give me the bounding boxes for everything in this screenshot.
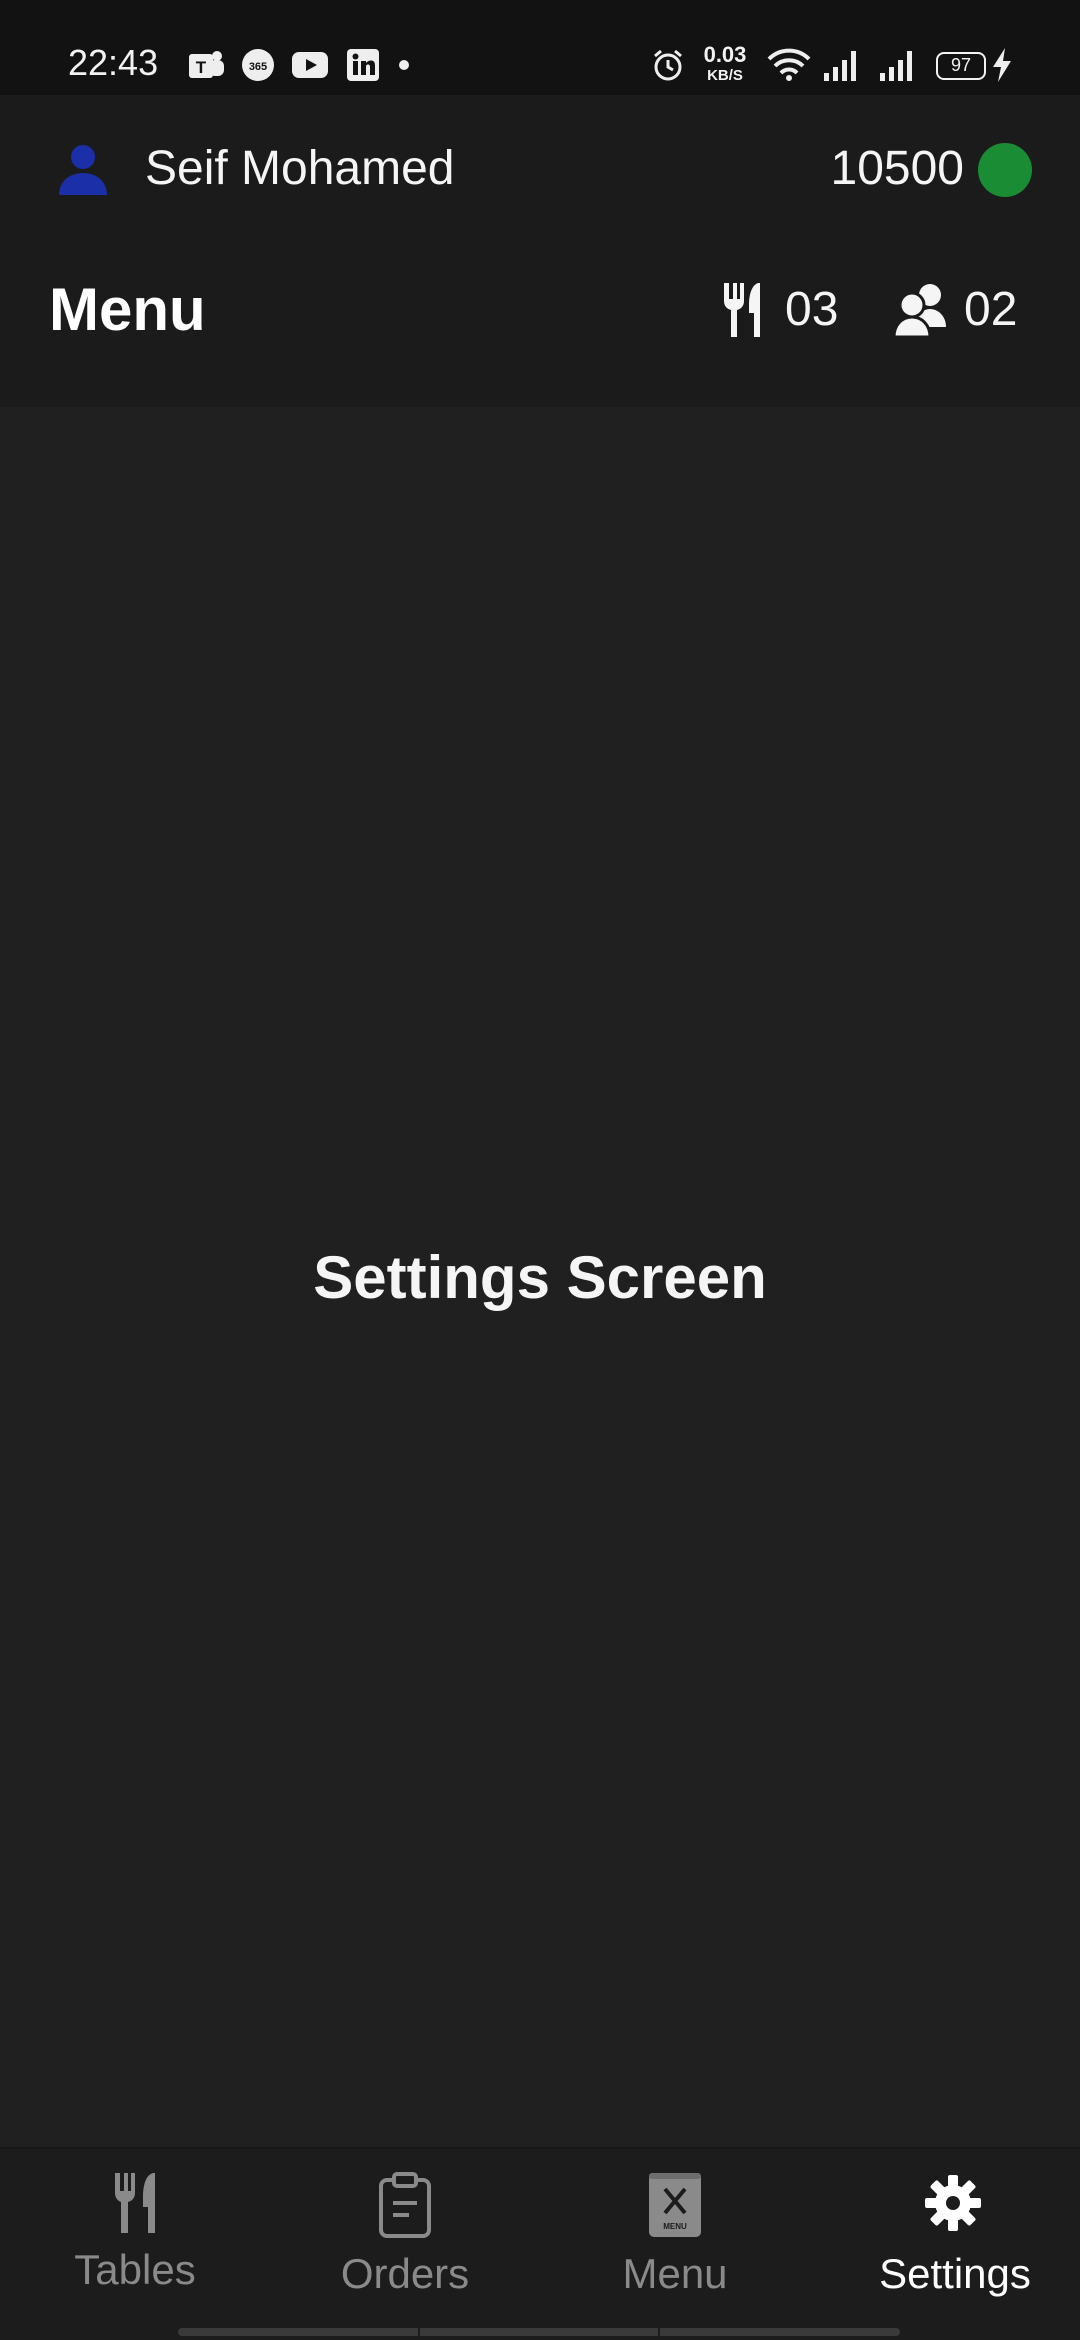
more-dot-icon <box>398 48 410 82</box>
utensils-icon <box>103 2169 167 2237</box>
gear-icon <box>923 2173 987 2241</box>
status-time: 22:43 <box>68 42 159 83</box>
alarm-icon <box>650 48 686 82</box>
network-speed: 0.03 KB/S <box>698 42 752 84</box>
teams-icon: T <box>186 48 226 82</box>
nav-label-settings: Settings <box>879 2250 1031 2297</box>
gesture-bar[interactable] <box>178 2328 900 2336</box>
main-content: Settings Screen <box>0 407 1080 2147</box>
signal-icon <box>822 48 862 82</box>
utensils-icon <box>720 281 774 339</box>
online-status-indicator <box>978 143 1032 197</box>
signal-icon <box>878 48 918 82</box>
screen-title: Settings Screen <box>313 1244 767 1311</box>
nav-item-tables[interactable]: Tables <box>0 2149 270 2340</box>
linkedin-icon <box>346 48 380 82</box>
nav-item-settings[interactable]: Settings <box>820 2149 1080 2340</box>
guests-icon <box>892 281 950 339</box>
network-speed-value: 0.03 <box>703 42 747 67</box>
nav-item-menu[interactable]: MENU Menu <box>540 2149 810 2340</box>
nav-label-tables: Tables <box>74 2246 196 2293</box>
user-name: Seif Mohamed <box>145 142 455 195</box>
status-bar: 22:43 T 365 0.03 KB/S 97 <box>0 0 1080 95</box>
app-header: Seif Mohamed 10500 Menu 03 02 <box>0 95 1080 407</box>
battery-icon: 97 <box>936 52 986 80</box>
svg-text:365: 365 <box>249 61 267 73</box>
guests-count: 02 <box>964 283 1018 336</box>
page-title: Menu <box>49 276 206 343</box>
wifi-icon <box>766 48 812 82</box>
menu-book-icon: MENU <box>643 2171 707 2239</box>
network-speed-unit: KB/S <box>707 67 743 84</box>
charging-icon <box>990 48 1014 82</box>
svg-text:T: T <box>196 58 207 77</box>
coin-balance: 10500 <box>830 142 964 195</box>
svg-text:MENU: MENU <box>663 2222 687 2231</box>
user-avatar-icon[interactable] <box>56 141 110 195</box>
youtube-icon <box>290 48 330 82</box>
nav-item-orders[interactable]: Orders <box>270 2149 540 2340</box>
office365-icon: 365 <box>240 48 276 82</box>
clipboard-icon <box>373 2171 437 2239</box>
nav-label-menu: Menu <box>622 2250 728 2297</box>
nav-label-orders: Orders <box>340 2250 470 2297</box>
bottom-navigation: Tables Orders MENU Menu Settings <box>0 2147 1080 2340</box>
tables-count: 03 <box>785 283 839 336</box>
